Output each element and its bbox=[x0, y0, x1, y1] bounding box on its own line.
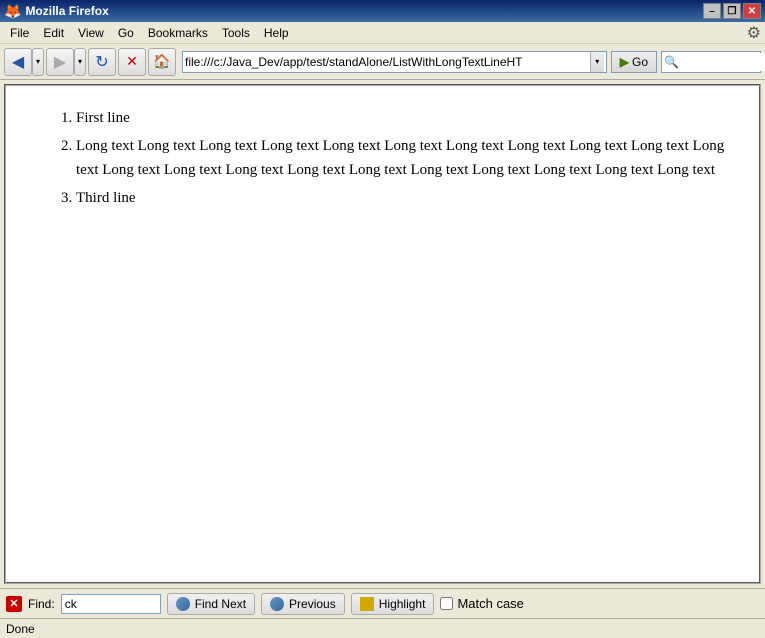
list-item: First line bbox=[76, 106, 729, 130]
go-label: Go bbox=[632, 55, 648, 69]
find-close-button[interactable]: ✕ bbox=[6, 596, 22, 612]
go-icon: ▶ bbox=[620, 55, 629, 69]
find-previous-label: Previous bbox=[289, 597, 336, 611]
find-next-icon bbox=[176, 597, 190, 611]
highlight-button[interactable]: Highlight bbox=[351, 593, 435, 615]
search-input-wrapper: 🔍 bbox=[661, 51, 761, 73]
highlight-icon bbox=[360, 597, 374, 611]
address-input-wrapper: ▾ bbox=[182, 51, 607, 73]
close-button[interactable]: ✕ bbox=[743, 3, 761, 19]
menu-tools[interactable]: Tools bbox=[216, 24, 256, 42]
forward-button[interactable]: ▶ bbox=[46, 48, 74, 76]
find-next-button[interactable]: Find Next bbox=[167, 593, 255, 615]
menu-go[interactable]: Go bbox=[112, 24, 140, 42]
magnifier-icon: 🔍 bbox=[664, 55, 679, 69]
title-bar-buttons: – ❐ ✕ bbox=[703, 3, 761, 19]
address-dropdown-button[interactable]: ▾ bbox=[590, 52, 604, 72]
search-input[interactable] bbox=[679, 53, 765, 71]
content-section: First line Long text Long text Long text… bbox=[0, 80, 765, 588]
refresh-button[interactable]: ↻ bbox=[88, 48, 116, 76]
find-label: Find: bbox=[28, 597, 55, 611]
match-case-area: Match case bbox=[440, 596, 523, 611]
find-previous-button[interactable]: Previous bbox=[261, 593, 345, 615]
forward-button-group: ▶ ▾ bbox=[46, 48, 86, 76]
title-bar: 🦊 Mozilla Firefox – ❐ ✕ bbox=[0, 0, 765, 22]
main-layout: First line Long text Long text Long text… bbox=[0, 80, 765, 638]
forward-dropdown-button[interactable]: ▾ bbox=[74, 48, 86, 76]
status-text: Done bbox=[6, 622, 35, 636]
minimize-button[interactable]: – bbox=[703, 3, 721, 19]
address-input[interactable] bbox=[185, 53, 590, 71]
restore-button[interactable]: ❐ bbox=[723, 3, 741, 19]
browser-content: First line Long text Long text Long text… bbox=[4, 84, 761, 584]
back-button[interactable]: ◀ bbox=[4, 48, 32, 76]
match-case-label: Match case bbox=[457, 596, 523, 611]
back-dropdown-button[interactable]: ▾ bbox=[32, 48, 44, 76]
address-bar: ▾ ▶ Go 🔍 bbox=[182, 51, 761, 73]
match-case-checkbox[interactable] bbox=[440, 597, 453, 610]
status-bar: Done bbox=[0, 618, 765, 638]
list-item: Third line bbox=[76, 186, 729, 210]
find-previous-icon bbox=[270, 597, 284, 611]
menu-edit[interactable]: Edit bbox=[37, 24, 70, 42]
menu-file[interactable]: File bbox=[4, 24, 35, 42]
find-next-label: Find Next bbox=[195, 597, 246, 611]
find-input[interactable] bbox=[61, 594, 161, 614]
firefox-icon: 🦊 bbox=[4, 3, 21, 20]
title-bar-left: 🦊 Mozilla Firefox bbox=[4, 3, 109, 20]
list-item: Long text Long text Long text Long text … bbox=[76, 134, 729, 182]
settings-icon: ⚙ bbox=[747, 23, 761, 43]
stop-button[interactable]: ✕ bbox=[118, 48, 146, 76]
menu-view[interactable]: View bbox=[72, 24, 110, 42]
content-list: First line Long text Long text Long text… bbox=[36, 106, 729, 210]
back-button-group: ◀ ▾ bbox=[4, 48, 44, 76]
highlight-label: Highlight bbox=[379, 597, 426, 611]
home-button[interactable]: 🏠 bbox=[148, 48, 176, 76]
toolbar: ◀ ▾ ▶ ▾ ↻ ✕ 🏠 ▾ ▶ Go 🔍 bbox=[0, 44, 765, 80]
menu-help[interactable]: Help bbox=[258, 24, 295, 42]
menu-bookmarks[interactable]: Bookmarks bbox=[142, 24, 214, 42]
menu-bar: File Edit View Go Bookmarks Tools Help ⚙ bbox=[0, 22, 765, 44]
find-bar: ✕ Find: Find Next Previous Highlight Mat… bbox=[0, 588, 765, 618]
title-bar-text: Mozilla Firefox bbox=[25, 4, 108, 18]
go-button[interactable]: ▶ Go bbox=[611, 51, 657, 73]
